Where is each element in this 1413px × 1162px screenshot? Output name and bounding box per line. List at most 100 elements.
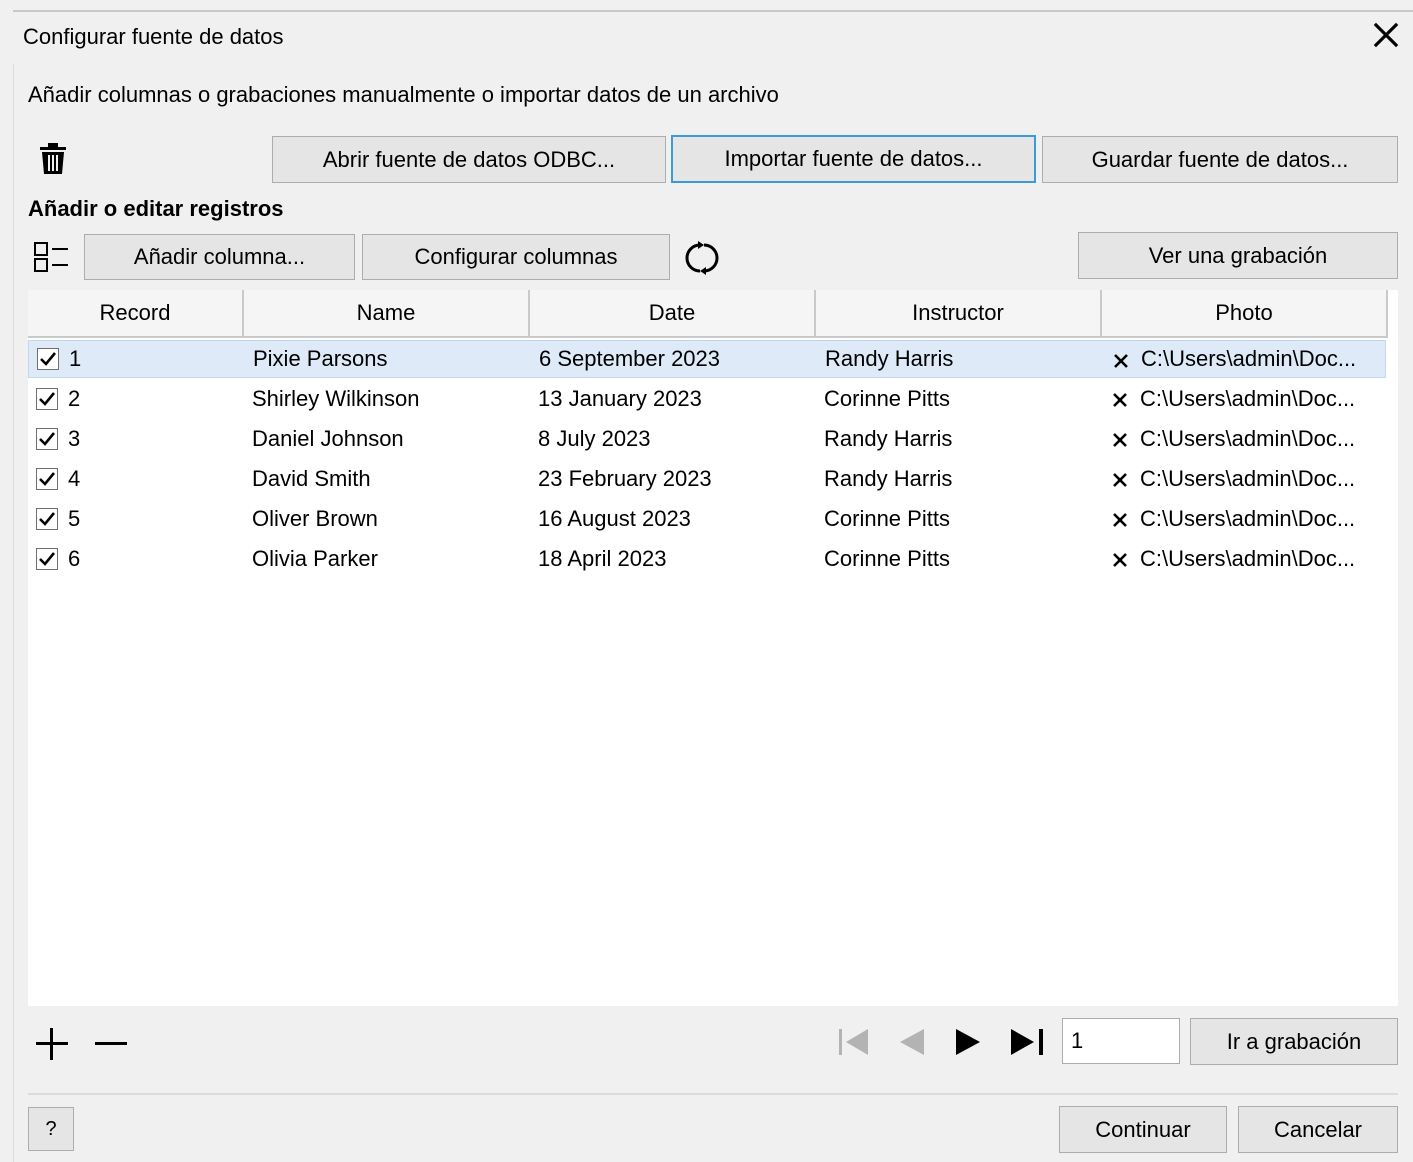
trash-icon xyxy=(40,143,66,174)
row-date: 16 August 2023 xyxy=(538,506,691,531)
column-header-label: Name xyxy=(356,300,416,325)
column-header-photo[interactable]: Photo xyxy=(1102,290,1388,338)
cancel-button[interactable]: Cancelar xyxy=(1238,1106,1398,1153)
dialog-title: Configurar fuente de datos xyxy=(23,24,284,49)
delete-button[interactable] xyxy=(38,143,68,175)
table-row[interactable]: 2 Shirley Wilkinson 13 January 2023 Corinne… xyxy=(28,380,1386,418)
configure-columns-button[interactable]: Configurar columnas xyxy=(362,234,670,280)
instructions-text: Añadir columnas o grabaciones manualment… xyxy=(28,82,779,107)
column-header-label: Photo xyxy=(1215,300,1273,325)
checkmark-icon xyxy=(39,432,56,446)
checkmark-icon xyxy=(39,392,56,406)
row-photo-path: C:\Users\admin\Doc... xyxy=(1140,426,1356,451)
save-data-source-button[interactable]: Guardar fuente de datos... xyxy=(1042,136,1398,183)
refresh-button[interactable] xyxy=(684,240,720,276)
close-button[interactable] xyxy=(1368,18,1404,52)
first-record-button[interactable] xyxy=(836,1024,872,1060)
column-list-button[interactable] xyxy=(33,240,71,274)
x-mark-icon xyxy=(1111,389,1129,415)
x-mark-icon xyxy=(1112,350,1130,376)
configure-data-source-dialog: Configurar fuente de datos Añadir column… xyxy=(0,0,1413,1162)
go-to-record-button[interactable]: Ir a grabación xyxy=(1190,1018,1398,1065)
column-header-name[interactable]: Name xyxy=(244,290,530,338)
row-photo-path: C:\Users\admin\Doc... xyxy=(1141,346,1357,371)
row-date: 8 July 2023 xyxy=(538,426,651,451)
row-record-number: 6 xyxy=(68,546,81,571)
table-row[interactable]: 5 Oliver Brown 16 August 2023 Corinne Pitts… xyxy=(28,500,1386,538)
column-header-instructor[interactable]: Instructor xyxy=(816,290,1102,338)
checkmark-icon xyxy=(39,472,56,486)
records-grid[interactable]: Record Name Date Instructor Photo 1 Pixie… xyxy=(28,290,1398,1006)
column-header-label: Instructor xyxy=(912,300,1004,325)
last-record-button[interactable] xyxy=(1008,1024,1048,1060)
continue-button[interactable]: Continuar xyxy=(1059,1106,1227,1153)
row-instructor: Randy Harris xyxy=(824,466,953,491)
row-name: Daniel Johnson xyxy=(252,426,404,451)
row-checkbox[interactable] xyxy=(36,468,58,490)
row-record-number: 1 xyxy=(69,346,82,371)
next-record-button[interactable] xyxy=(952,1024,986,1060)
help-button[interactable]: ? xyxy=(28,1107,74,1151)
save-label: Guardar fuente de datos... xyxy=(1091,146,1349,172)
row-date: 6 September 2023 xyxy=(539,346,721,371)
view-record-label: Ver una grabación xyxy=(1148,242,1328,268)
column-header-label: Date xyxy=(648,300,696,325)
x-mark-icon xyxy=(1111,549,1129,575)
table-row[interactable]: 4 David Smith 23 February 2023 Randy Harris… xyxy=(28,460,1386,498)
previous-record-button[interactable] xyxy=(894,1024,928,1060)
row-record-number: 5 xyxy=(68,506,81,531)
row-instructor: Randy Harris xyxy=(824,426,953,451)
view-record-button[interactable]: Ver una grabación xyxy=(1078,232,1398,279)
next-record-icon xyxy=(956,1029,980,1055)
x-mark-icon xyxy=(1111,469,1129,495)
configure-columns-label: Configurar columnas xyxy=(414,244,618,269)
row-instructor: Randy Harris xyxy=(825,346,954,371)
go-to-record-label: Ir a grabación xyxy=(1226,1028,1362,1054)
import-label: Importar fuente de datos... xyxy=(724,146,983,171)
row-checkbox[interactable] xyxy=(37,348,59,370)
checkmark-icon xyxy=(39,512,56,526)
column-header-date[interactable]: Date xyxy=(530,290,816,338)
x-mark-icon xyxy=(1111,509,1129,535)
row-name: David Smith xyxy=(252,466,371,491)
close-icon xyxy=(1373,22,1399,48)
row-photo-path: C:\Users\admin\Doc... xyxy=(1140,466,1356,491)
row-instructor: Corinne Pitts xyxy=(824,506,950,531)
table-row[interactable]: 1 Pixie Parsons 6 September 2023 Randy Harr… xyxy=(28,340,1386,378)
help-label: ? xyxy=(45,1117,57,1140)
row-checkbox[interactable] xyxy=(36,428,58,450)
row-name: Oliver Brown xyxy=(252,506,378,531)
continue-label: Continuar xyxy=(1095,1116,1191,1142)
column-header-record[interactable]: Record xyxy=(28,290,244,338)
row-date: 13 January 2023 xyxy=(538,386,702,411)
refresh-icon xyxy=(685,241,719,275)
cancel-label: Cancelar xyxy=(1273,1116,1363,1142)
row-checkbox[interactable] xyxy=(36,548,58,570)
add-column-button[interactable]: Añadir columna... xyxy=(84,234,355,280)
column-list-icon xyxy=(34,242,68,272)
row-date: 23 February 2023 xyxy=(538,466,712,491)
row-checkbox[interactable] xyxy=(36,508,58,530)
checkmark-icon xyxy=(39,552,56,566)
plus-icon xyxy=(36,1028,68,1060)
table-row[interactable]: 6 Olivia Parker 18 April 2023 Corinne Pitts… xyxy=(28,540,1386,578)
row-name: Olivia Parker xyxy=(252,546,378,571)
row-instructor: Corinne Pitts xyxy=(824,386,950,411)
remove-record-button[interactable] xyxy=(94,1026,128,1062)
row-record-number: 2 xyxy=(68,386,81,411)
row-checkbox[interactable] xyxy=(36,388,58,410)
row-photo-path: C:\Users\admin\Doc... xyxy=(1140,546,1356,571)
open-odbc-button[interactable]: Abrir fuente de datos ODBC... xyxy=(272,136,666,183)
add-column-label: Añadir columna... xyxy=(133,244,306,269)
row-record-number: 4 xyxy=(68,466,81,491)
import-data-source-button[interactable]: Importar fuente de datos... xyxy=(671,135,1036,183)
add-record-button[interactable] xyxy=(34,1026,70,1062)
row-name: Pixie Parsons xyxy=(253,346,388,371)
record-number-input[interactable] xyxy=(1062,1018,1180,1064)
open-odbc-label: Abrir fuente de datos ODBC... xyxy=(322,146,616,172)
checkmark-icon xyxy=(40,352,57,366)
row-name: Shirley Wilkinson xyxy=(252,386,420,411)
table-row[interactable]: 3 Daniel Johnson 8 July 2023 Randy Harris C:… xyxy=(28,420,1386,458)
row-date: 18 April 2023 xyxy=(538,546,667,571)
row-photo-path: C:\Users\admin\Doc... xyxy=(1140,386,1356,411)
